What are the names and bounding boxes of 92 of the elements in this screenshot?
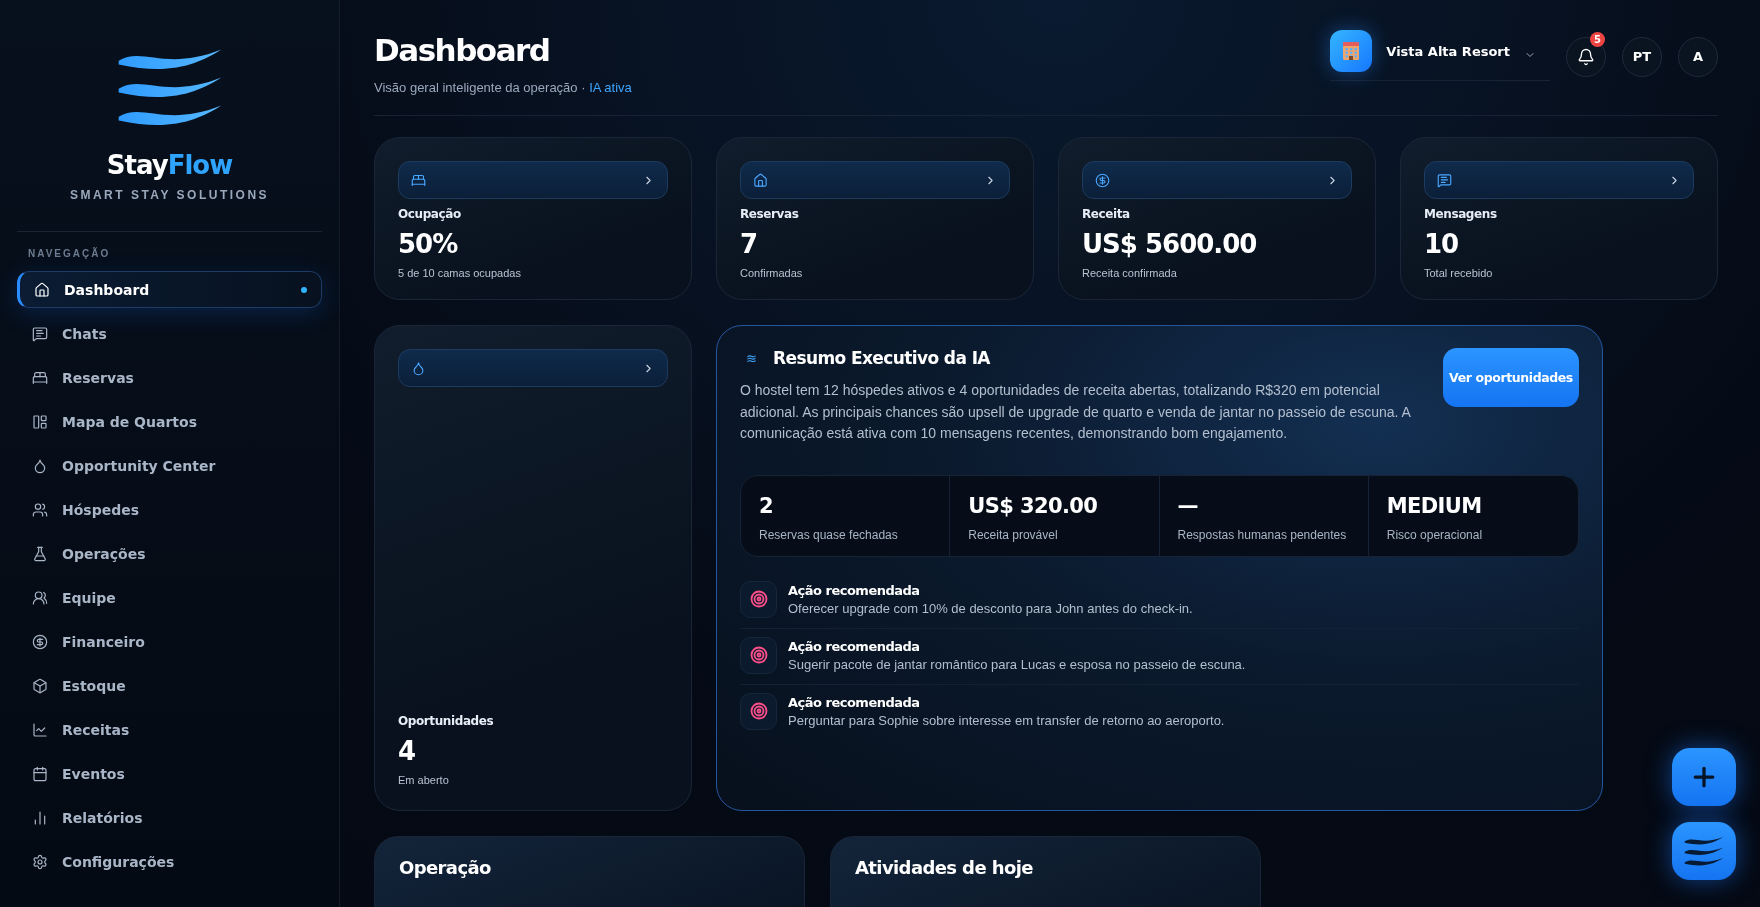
stat-value: 4 xyxy=(398,736,417,766)
brand-tagline: SMART STAY SOLUTIONS xyxy=(69,188,270,202)
active-dot xyxy=(301,286,307,293)
dollar-icon xyxy=(32,633,48,650)
stat-value: 50% xyxy=(398,229,459,259)
box-icon xyxy=(32,677,48,694)
stat-value: 10 xyxy=(1424,229,1460,259)
flask-icon xyxy=(32,545,48,562)
assistant-button[interactable] xyxy=(1672,822,1736,880)
summary-text: O hostel tem 12 hóspedes ativos e 4 oportunidades de receita abertas, totalizando R$320 em potencial adicional. As principais chances são upsell de upgrade de quarto e venda de jantar no passeio de escuna. A comunicação está ativa com 10 mensagens recentes, demonstrando bom engajamento. xyxy=(740,381,1412,443)
user-avatar[interactable]: A xyxy=(1678,36,1718,77)
action-text: Perguntar para Sophie sobre interesse em transfer de retorno ao aeroporto. xyxy=(788,712,1225,728)
stat-value: 7 xyxy=(740,229,759,259)
nav-section-label: NAVEGAÇÃO xyxy=(28,248,112,259)
bed-icon xyxy=(32,369,48,386)
bed-icon xyxy=(411,172,426,188)
stat-card-link[interactable] xyxy=(740,161,1010,199)
stat-label: Ocupação xyxy=(398,207,462,221)
dollar-icon xyxy=(1095,172,1110,188)
metric-label: Risco operacional xyxy=(1386,527,1484,542)
action-text: Sugerir pacote de jantar romântico para Lucas e esposa no passeio de escuna. xyxy=(788,656,1246,672)
language-button[interactable]: PT xyxy=(1622,36,1662,77)
stat-value: US$ 5600.00 xyxy=(1082,229,1258,259)
chat-icon xyxy=(32,325,48,342)
card-title: Atividades de hoje xyxy=(855,857,1034,878)
calendar-icon xyxy=(32,765,48,782)
brand-name: StayFlow xyxy=(106,150,233,180)
target-icon xyxy=(740,636,777,674)
stat-label: Mensagens xyxy=(1424,207,1498,221)
card-title: Operação xyxy=(399,857,492,878)
stat-note: 5 de 10 camas ocupadas xyxy=(398,267,522,279)
card-title: Resumo Executivo da IA xyxy=(773,348,990,368)
people-icon xyxy=(32,501,48,518)
line-chart-icon xyxy=(32,721,48,738)
metric-value: US$ 320.00 xyxy=(968,493,1099,518)
stat-note: Em aberto xyxy=(398,774,450,786)
stat-card-link[interactable] xyxy=(398,349,668,387)
nav-item[interactable]: Equipe xyxy=(17,579,322,616)
action-title: Ação recomendada xyxy=(788,638,921,654)
metric-label: Reservas quase fechadas xyxy=(759,527,899,542)
team-icon xyxy=(32,589,48,606)
metric-value: — xyxy=(1177,493,1199,518)
stat-card-link[interactable] xyxy=(1082,161,1352,199)
bar-chart-icon xyxy=(32,809,48,826)
action-text: Oferecer upgrade com 10% de desconto para John antes do check-in. xyxy=(788,600,1193,616)
stat-card-link[interactable] xyxy=(398,161,668,199)
stat-label: Reservas xyxy=(740,207,800,221)
stat-card-link[interactable] xyxy=(1424,161,1694,199)
stat-note: Total recebido xyxy=(1424,267,1494,279)
nav-item[interactable]: Reservas xyxy=(17,359,322,396)
action-title: Ação recomendada xyxy=(788,582,921,598)
page-title: Dashboard xyxy=(374,32,551,68)
view-opportunities-button[interactable]: Ver oportunidades xyxy=(1443,348,1579,407)
nav-item[interactable]: Receitas xyxy=(17,711,322,748)
wave-glyph: ≋ xyxy=(746,350,757,366)
property-selector[interactable]: Vista Alta Resort xyxy=(1330,30,1550,81)
nav-item[interactable]: Financeiro xyxy=(17,623,322,660)
stat-note: Receita confirmada xyxy=(1082,267,1178,279)
nav-item[interactable]: Estoque xyxy=(17,667,322,704)
nav-item[interactable]: Chats xyxy=(17,315,322,352)
target-icon xyxy=(740,580,777,618)
bell-icon xyxy=(1577,47,1595,66)
nav-item[interactable]: Hóspedes xyxy=(17,491,322,528)
hotel-icon xyxy=(1330,30,1373,72)
target-icon xyxy=(740,692,777,730)
nav-item[interactable]: Dashboard xyxy=(17,271,322,308)
drop-icon xyxy=(32,457,48,474)
stat-label: Oportunidades xyxy=(398,714,495,728)
stat-note: Confirmadas xyxy=(740,267,804,279)
page-subtitle: Visão geral inteligente da operação · IA ativa xyxy=(374,80,632,95)
add-button[interactable] xyxy=(1672,748,1736,806)
wave-icon xyxy=(1683,835,1725,867)
nav-item[interactable]: Relatórios xyxy=(17,799,322,836)
metric-label: Receita provável xyxy=(968,527,1059,542)
settings-icon xyxy=(32,853,48,870)
nav-item[interactable]: Opportunity Center xyxy=(17,447,322,484)
metric-value: 2 xyxy=(759,493,774,518)
metric-label: Respostas humanas pendentes xyxy=(1177,527,1348,542)
notification-count: 5 xyxy=(1590,31,1605,47)
ai-status-link[interactable]: IA ativa xyxy=(589,80,632,95)
action-title: Ação recomendada xyxy=(788,694,921,710)
nav-item[interactable]: Operações xyxy=(17,535,322,572)
home-icon xyxy=(753,172,768,188)
stat-label: Receita xyxy=(1082,207,1131,221)
home-icon xyxy=(34,281,50,298)
layout-icon xyxy=(32,413,48,430)
nav-item[interactable]: Configurações xyxy=(17,843,322,880)
drop-icon xyxy=(411,360,426,376)
nav-item[interactable]: Eventos xyxy=(17,755,322,792)
nav-item[interactable]: Mapa de Quartos xyxy=(17,403,322,440)
chat-icon xyxy=(1437,172,1452,188)
metric-value: MEDIUM xyxy=(1386,493,1483,518)
